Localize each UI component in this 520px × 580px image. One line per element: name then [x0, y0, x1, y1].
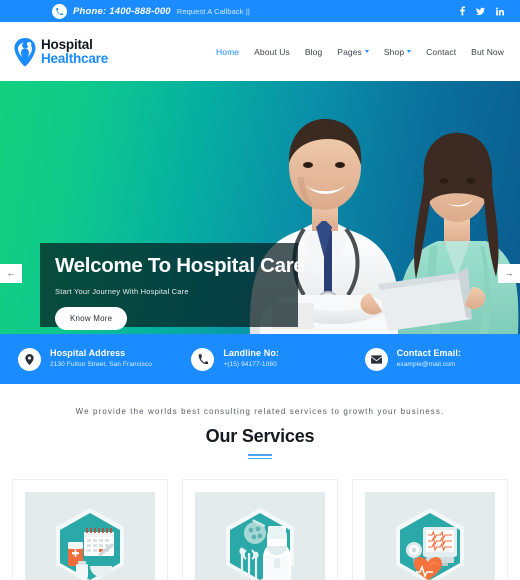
- service-card-list: [0, 459, 520, 580]
- phone-number-label: Phone: 1400-888-000: [73, 5, 171, 17]
- info-subtitle: +(15) 94177-1080: [223, 360, 277, 368]
- info-title: Contact Email:: [396, 348, 462, 359]
- chevron-down-icon: [407, 50, 412, 53]
- social-links: [460, 6, 504, 16]
- nav-label: About Us: [254, 46, 290, 57]
- nav-label: Contact: [426, 46, 457, 57]
- hero-prev-arrow-icon[interactable]: ←: [0, 264, 22, 283]
- cardiology-illustration: [365, 492, 495, 580]
- phone-icon: [191, 347, 215, 371]
- services-lead-text: We provide the worlds best consulting re…: [75, 407, 445, 416]
- top-bar-contact: Phone: 1400-888-000 Request A Callback |…: [52, 3, 250, 19]
- phone-icon: [52, 3, 67, 19]
- request-callback-link[interactable]: Request A Callback ||: [177, 7, 250, 16]
- nav-item-pages[interactable]: Pages: [337, 47, 369, 57]
- nav-item-shop[interactable]: Shop: [383, 46, 412, 57]
- service-card[interactable]: [12, 479, 168, 580]
- info-title: Hospital Address: [50, 348, 126, 359]
- hero-banner: Welcome To Hospital Care Start Your Jour…: [0, 81, 520, 334]
- hero-caption: Welcome To Hospital Care Start Your Jour…: [40, 243, 305, 330]
- hospital-pin-icon: [12, 37, 38, 67]
- nav-item-home[interactable]: Home: [216, 47, 239, 57]
- services-section: We provide the worlds best consulting re…: [0, 384, 520, 580]
- nav-label: But Now: [471, 46, 504, 57]
- info-subtitle: 2130 Fulton Street, San Francisco: [50, 360, 152, 368]
- hero-subtitle: Start Your Journey With Hospital Care: [55, 286, 189, 296]
- pharmacy-illustration: [25, 492, 155, 580]
- nav-item-blog[interactable]: Blog: [305, 47, 322, 57]
- nav-item-but-now[interactable]: But Now: [471, 47, 504, 57]
- service-card[interactable]: [182, 479, 338, 580]
- info-block-address: Hospital Address 2130 Fulton Street, San…: [0, 347, 173, 371]
- logo-title-primary: Hospital: [41, 36, 93, 52]
- surgery-illustration: [195, 492, 325, 580]
- envelope-icon: [364, 347, 388, 371]
- info-block-email: Contact Email: example@mail.com: [347, 347, 520, 371]
- nav-item-about-us[interactable]: About Us: [254, 47, 290, 57]
- logo-title-secondary: Healthcare: [41, 50, 109, 66]
- top-bar: Phone: 1400-888-000 Request A Callback |…: [0, 0, 520, 22]
- nav-label: Shop: [383, 46, 405, 57]
- main-navigation: Home About Us Blog Pages Shop Contact Bu…: [216, 47, 504, 57]
- map-pin-icon: [18, 347, 41, 371]
- service-card[interactable]: [352, 479, 508, 580]
- nav-label: Pages: [337, 46, 362, 57]
- contact-info-bar: Hospital Address 2130 Fulton Street, San…: [0, 334, 520, 384]
- info-block-landline: Landline No: +(15) 94177-1080: [173, 347, 346, 371]
- hero-next-arrow-icon[interactable]: →: [498, 264, 520, 283]
- info-subtitle: example@mail.com: [396, 360, 456, 368]
- know-more-button[interactable]: Know More: [55, 306, 128, 330]
- hero-title: Welcome To Hospital Care: [55, 254, 305, 277]
- site-logo[interactable]: Hospital Healthcare: [12, 37, 108, 67]
- facebook-icon[interactable]: [460, 6, 465, 16]
- nav-label: Blog: [304, 46, 323, 57]
- twitter-icon[interactable]: [476, 7, 485, 15]
- info-title: Landline No:: [223, 348, 280, 359]
- services-heading: Our Services: [205, 426, 315, 446]
- nav-item-contact[interactable]: Contact: [426, 47, 456, 57]
- chevron-down-icon: [364, 50, 369, 53]
- linkedin-icon[interactable]: [496, 7, 504, 15]
- site-header: Hospital Healthcare Home About Us Blog P…: [0, 22, 520, 81]
- nav-label: Home: [216, 46, 240, 57]
